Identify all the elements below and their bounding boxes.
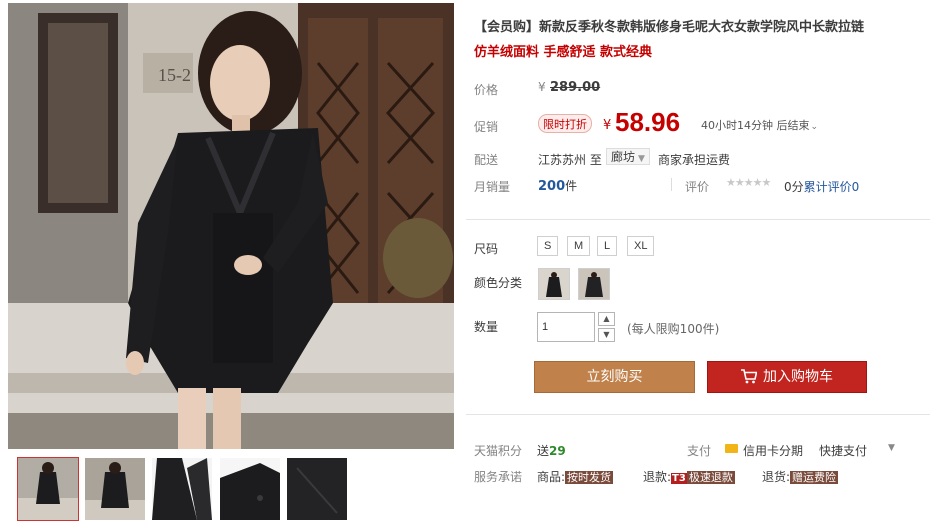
thumbnail-2[interactable] [85, 458, 145, 520]
quantity-input[interactable] [537, 312, 595, 342]
sales-count: 200件 [538, 177, 577, 194]
countdown-text: 40小时14分钟 后结束 [701, 119, 810, 132]
thumbnail-4[interactable] [220, 458, 280, 520]
credit-card-icon [725, 444, 738, 453]
chevron-down-icon: ⌄ [810, 122, 819, 132]
t3-badge: T3 [671, 473, 687, 484]
shipping-label: 配送 [474, 153, 499, 167]
caret-down-icon: ▼ [638, 154, 645, 164]
size-option-s[interactable]: S [537, 236, 559, 256]
review-count: 0 [851, 180, 860, 194]
svg-text:15-2: 15-2 [158, 65, 191, 85]
original-currency: ¥ [538, 80, 546, 94]
divider [671, 178, 672, 191]
add-to-cart-button[interactable]: 加入购物车 [707, 361, 867, 393]
section-divider [466, 219, 930, 220]
product-title: 【会员购】新款反季秋冬款韩版修身毛呢大衣女款学院风中长款拉链 [474, 20, 865, 35]
sales-unit: 件 [565, 179, 578, 193]
main-product-image[interactable]: 15-2 [8, 3, 454, 449]
price-panel: 价格 ¥ 289.00 促销 限时打折 ¥ 58.96 40小时14分钟 后结束… [465, 70, 930, 218]
size-option-xl[interactable]: XL [627, 236, 655, 256]
svc-refund-label: 退款: [643, 470, 672, 484]
promo-currency: ¥ [603, 118, 612, 133]
service-refund: 退款:T3 极速退款 [643, 468, 735, 485]
service-return: 退货: 赠运费险 [762, 468, 839, 485]
thumbnail-image [152, 458, 212, 520]
thumbnail-5[interactable] [287, 458, 347, 520]
service-goods: 商品: 按时发货 [537, 468, 614, 485]
thumbnail-image [287, 458, 347, 520]
svc-goods-tag: 按时发货 [565, 471, 614, 484]
thumbnail-image [85, 458, 145, 520]
size-label: 尺码 [474, 242, 499, 256]
thumbnail-image [220, 458, 280, 520]
price-label: 价格 [474, 83, 499, 97]
points-number: 29 [549, 444, 566, 458]
section-divider [466, 414, 930, 415]
thumbnail-3[interactable] [152, 458, 212, 520]
promo-price: 58.96 [615, 107, 681, 137]
product-subtitle: 仿羊绒面料 手感舒适 款式经典 [474, 45, 653, 60]
size-option-l[interactable]: L [597, 236, 618, 256]
svc-goods-label: 商品: [537, 470, 566, 484]
size-option-m[interactable]: M [567, 236, 591, 256]
svc-return-label: 退货: [762, 470, 791, 484]
cart-icon [741, 369, 758, 384]
thumbnail-image [18, 458, 78, 520]
destination-select[interactable]: 廊坊 ▼ [606, 148, 650, 165]
star-icon: ★★★★★ [726, 176, 771, 189]
ship-from: 江苏苏州 至 [538, 151, 602, 168]
swatch-image [579, 269, 609, 299]
svc-return-tag: 赠运费险 [790, 471, 839, 484]
svc-refund-tag: 极速退款 [686, 471, 735, 484]
destination-value: 廊坊 [611, 150, 636, 164]
thumbnail-1[interactable] [17, 457, 79, 521]
payment-label: 支付 [687, 444, 712, 458]
original-price: 289.00 [550, 80, 601, 95]
color-swatch-2[interactable] [578, 268, 610, 300]
points-value: 送29 [537, 442, 566, 459]
credit-installment[interactable]: 信用卡分期 [743, 442, 803, 459]
points-prefix: 送 [537, 444, 550, 458]
service-label: 服务承诺 [474, 470, 523, 484]
chevron-down-icon[interactable]: ▼ [888, 443, 895, 453]
sales-label: 月销量 [474, 180, 511, 194]
promo-label: 促销 [474, 120, 499, 134]
review-summary[interactable]: 0分累计评价0 [784, 178, 859, 195]
quantity-label: 数量 [474, 320, 499, 334]
review-link[interactable]: 累计评价 [804, 180, 852, 194]
thumbnail-strip [8, 457, 454, 524]
quick-pay[interactable]: 快捷支付 [819, 442, 867, 459]
quantity-limit: (每人限购100件) [627, 322, 720, 336]
color-label: 颜色分类 [474, 276, 523, 290]
color-swatch-1[interactable] [538, 268, 570, 300]
review-score: 0分 [784, 180, 804, 194]
add-to-cart-label: 加入购物车 [763, 369, 833, 385]
review-label: 评价 [685, 180, 710, 194]
promo-tag: 限时打折 [538, 114, 592, 133]
shipping-note: 商家承担运费 [658, 153, 731, 167]
arrow-up-icon[interactable]: ▲ [598, 312, 615, 326]
swatch-image [539, 269, 569, 299]
buy-now-button[interactable]: 立刻购买 [534, 361, 695, 393]
points-label: 天猫积分 [474, 444, 523, 458]
product-photo: 15-2 [8, 3, 454, 449]
arrow-down-icon[interactable]: ▼ [598, 328, 615, 342]
countdown[interactable]: 40小时14分钟 后结束⌄ [701, 117, 818, 133]
ship-origin: 江苏苏州 [538, 153, 587, 167]
ship-to-word: 至 [589, 153, 602, 167]
sales-number: 200 [538, 179, 566, 194]
